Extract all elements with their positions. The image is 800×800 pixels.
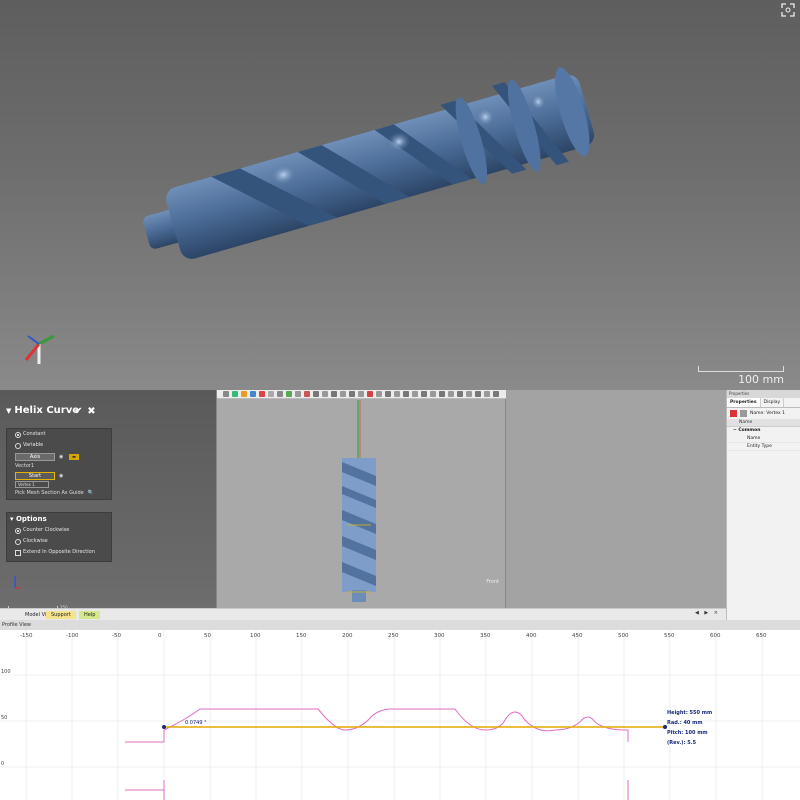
- radio-counter-clockwise[interactable]: Counter Clockwise: [7, 525, 111, 536]
- eye-icon[interactable]: ◉: [59, 473, 63, 479]
- screw-part-model[interactable]: [0, 0, 800, 390]
- x-tick-label: 0: [158, 633, 162, 639]
- front-view-part[interactable]: [217, 390, 507, 608]
- property-row[interactable]: Name: [727, 435, 800, 443]
- y-tick-label: 50: [1, 715, 7, 721]
- sort-icon[interactable]: [740, 410, 747, 417]
- tab-display[interactable]: Display: [761, 398, 785, 407]
- x-tick-label: -100: [66, 633, 79, 639]
- x-tick-label: 550: [664, 633, 675, 639]
- radio-constant[interactable]: Constant: [7, 429, 111, 440]
- helix-curve-panel: ▼ Helix Curve ✔ ✖ Constant Variable Axis …: [0, 390, 216, 629]
- start-value-field[interactable]: Vertex 1: [15, 481, 49, 488]
- axis-sub-label: Vector1: [15, 463, 35, 469]
- properties-name-bar: Name: Vertex 1: [727, 408, 800, 419]
- x-tick-label: 150: [296, 633, 307, 639]
- x-tick-label: 250: [388, 633, 399, 639]
- confirm-check-icon[interactable]: ✔: [73, 406, 84, 417]
- properties-column-header: Name: [727, 419, 800, 427]
- info-revolutions: (Rev.): 5.5: [667, 740, 697, 746]
- axis-selector[interactable]: Axis ◉ ▬: [15, 452, 111, 462]
- x-tick-label: 200: [342, 633, 353, 639]
- properties-tabs: Properties Display: [727, 398, 800, 408]
- x-tick-label: 50: [204, 633, 211, 639]
- x-tick-label: 400: [526, 633, 537, 639]
- checkbox-extend-opposite[interactable]: Extend In Opposite Direction: [7, 547, 111, 558]
- view-orientation-label: Front: [486, 579, 499, 585]
- x-tick-label: 100: [250, 633, 261, 639]
- info-radius: Rad.: 40 mm: [667, 720, 703, 726]
- entity-name: Name: Vertex 1: [750, 411, 785, 416]
- x-tick-label: 450: [572, 633, 583, 639]
- ribbon-tab-bar: Model View Support Help ◀ ▶ ×: [0, 608, 726, 620]
- axis-tag-icon[interactable]: ▬: [69, 454, 79, 460]
- y-tick-label: 100: [1, 669, 11, 675]
- vertex-type-icon: [730, 410, 737, 417]
- options-group: ▾ Options Counter Clockwise Clockwise Ex…: [6, 512, 112, 562]
- info-height: Height: 550 mm: [667, 710, 713, 716]
- info-pitch: Pitch: 100 mm: [667, 730, 708, 736]
- axis-field[interactable]: Axis: [15, 453, 55, 461]
- method-group: Constant Variable Axis ◉ ▬ Vector1 Start…: [6, 428, 112, 500]
- tab-help[interactable]: Help: [79, 611, 101, 619]
- x-tick-label: 600: [710, 633, 721, 639]
- angle-label: 0.0749 °: [185, 720, 207, 726]
- application-area: ▼ Helix Curve ✔ ✖ Constant Variable Axis …: [0, 390, 800, 800]
- profile-view-title: Profile View: [0, 620, 800, 630]
- eye-icon[interactable]: ◉: [59, 454, 63, 460]
- axis-triad-small-icon: [14, 576, 20, 589]
- x-tick-label: -150: [20, 633, 33, 639]
- tab-support[interactable]: Support: [46, 611, 76, 619]
- x-tick-label: 300: [434, 633, 445, 639]
- x-tick-label: 500: [618, 633, 629, 639]
- tab-properties[interactable]: Properties: [727, 398, 761, 407]
- start-field[interactable]: Start: [15, 472, 55, 480]
- axis-triad-icon: [24, 334, 55, 364]
- front-view-viewport[interactable]: Front: [216, 390, 507, 608]
- ribbon-scroll-controls[interactable]: ◀ ▶ ×: [695, 610, 720, 616]
- x-tick-label: 350: [480, 633, 491, 639]
- x-tick-label: 650: [756, 633, 767, 639]
- options-title[interactable]: ▾ Options: [7, 513, 111, 525]
- scale-bar: 100 mm: [698, 366, 784, 386]
- profile-curve: [163, 708, 629, 742]
- radio-clockwise[interactable]: Clockwise: [7, 536, 111, 547]
- start-vertex: [162, 725, 166, 729]
- properties-panel: Properties Properties Display Name: Vert…: [726, 390, 800, 620]
- y-tick-label: 0: [1, 761, 4, 767]
- profile-view[interactable]: Profile View -150 -100 -50 0 50 100 150 200 250 3…: [0, 620, 800, 800]
- properties-header: Properties: [727, 390, 800, 398]
- secondary-viewport[interactable]: [506, 390, 726, 608]
- scale-bar-label: 100 mm: [738, 373, 784, 386]
- fullscreen-icon[interactable]: [780, 2, 796, 18]
- helix-info: Height: 550 mm Rad.: 40 mm Pitch: 100 mm…: [667, 708, 712, 748]
- start-selector[interactable]: Start ◉: [15, 471, 111, 481]
- cancel-close-icon[interactable]: ✖: [86, 406, 97, 417]
- property-row[interactable]: Entity Type: [727, 443, 800, 451]
- collapse-caret-icon[interactable]: ▼: [6, 407, 11, 415]
- search-icon[interactable]: 🔍: [88, 490, 94, 496]
- x-tick-label: -50: [112, 633, 121, 639]
- 3d-viewport[interactable]: 100 mm: [0, 0, 800, 390]
- panel-title: ▼ Helix Curve: [6, 405, 80, 416]
- properties-category[interactable]: − Common: [727, 427, 800, 435]
- radio-variable[interactable]: Variable: [7, 440, 111, 451]
- guide-option[interactable]: Pick Mesh Section As Guide 🔍: [7, 488, 111, 498]
